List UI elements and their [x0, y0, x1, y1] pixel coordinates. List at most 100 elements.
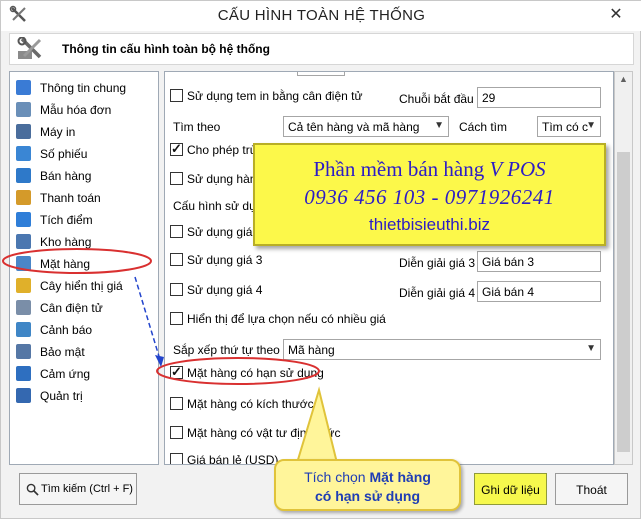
sidebar-item-4[interactable]: Số phiếu [14, 144, 154, 164]
expiry-label: Mặt hàng có hạn sử dụng [187, 366, 324, 380]
sidebar-item-2[interactable]: Mẫu hóa đơn [14, 100, 154, 120]
sidebar-item-13[interactable]: Bảo mật [14, 342, 154, 362]
sidebar-item-label: Bảo mật [40, 345, 85, 359]
search-by-select[interactable]: Cả tên hàng và mã hàng ▼ [283, 116, 449, 137]
material-label: Mặt hàng có vật tư định mức [187, 426, 341, 440]
sidebar-item-10[interactable]: Cây hiển thị giá [14, 276, 154, 296]
price3-checkbox[interactable] [170, 253, 183, 266]
multi-price-row[interactable]: Hiển thị để lựa chọn nếu có nhiều giá [165, 309, 395, 329]
sidebar-item-9[interactable]: Mặt hàng [14, 254, 154, 274]
price4-checkbox[interactable] [170, 283, 183, 296]
vertical-scrollbar[interactable]: ▲ [614, 71, 633, 465]
exit-button-label: Thoát [576, 483, 607, 497]
sidebar-item-12[interactable]: Cảnh báo [14, 320, 154, 340]
search-icon [26, 483, 39, 496]
exit-button[interactable]: Thoát [555, 473, 628, 505]
sort-select[interactable]: Mã hàng ▼ [283, 339, 601, 360]
price3-row[interactable]: Sử dụng giá 3 [165, 250, 285, 270]
sidebar-item-11[interactable]: Cân điện tử [14, 298, 154, 318]
banner-website: thietbisieuthi.biz [369, 215, 490, 234]
sidebar-item-6[interactable]: Thanh toán [14, 188, 154, 208]
banner-line-1: Phần mềm bán hàng V POS [313, 157, 546, 181]
sidebar-item-label: Cảnh báo [40, 323, 93, 337]
warehouse-icon [16, 234, 31, 249]
allow-duplicate-checkbox[interactable] [170, 141, 183, 157]
multi-price-checkbox[interactable] [170, 312, 183, 325]
sidebar-item-label: Số phiếu [40, 147, 88, 161]
search-mode-label: Cách tìm [459, 120, 508, 134]
title-bar: CẤU HÌNH TOÀN HỆ THỐNG ✕ [1, 1, 641, 31]
size-label: Mặt hàng có kích thước [187, 397, 314, 411]
config-window: CẤU HÌNH TOÀN HỆ THỐNG ✕ Thông tin cấu h… [0, 0, 641, 519]
material-checkbox[interactable] [170, 426, 183, 439]
callout-line-2: có hạn sử dụng [314, 488, 421, 504]
prefix-label: Chuỗi bắt đầu [399, 92, 474, 106]
search-by-label: Tìm theo [173, 120, 221, 134]
price4-label: Sử dụng giá 4 [187, 283, 263, 297]
section-header: Thông tin cấu hình toàn bộ hệ thống [9, 33, 634, 65]
search-button[interactable]: Tìm kiếm (Ctrl + F) [19, 473, 137, 505]
sidebar-item-15[interactable]: Quản trị [14, 386, 154, 406]
search-mode-select[interactable]: Tìm có c ▼ [537, 116, 601, 137]
window-title: CẤU HÌNH TOÀN HỆ THỐNG [217, 7, 426, 24]
usd-checkbox[interactable] [170, 453, 183, 464]
save-button[interactable]: Ghi dữ liệu [474, 473, 547, 505]
use-goods-checkbox[interactable] [170, 172, 183, 185]
settings-panel: Sử dụng tem in bằng cân điện tử Chuỗi bắ… [164, 71, 614, 465]
sidebar: Thông tin chung Mẫu hóa đơn Máy in Số phiếu… [9, 71, 159, 465]
prefix-input[interactable]: 29 [477, 87, 601, 108]
sidebar-item-label: Mặt hàng [40, 257, 91, 271]
lock-icon [16, 344, 31, 359]
size-row[interactable]: Mặt hàng có kích thước [165, 394, 325, 414]
invoice-icon [16, 102, 31, 117]
sidebar-item-label: Kho hàng [40, 235, 92, 249]
size-checkbox[interactable] [170, 397, 183, 410]
sidebar-item-label: Thông tin chung [40, 81, 127, 95]
expiry-row[interactable]: Mặt hàng có hạn sử dụng [165, 363, 325, 383]
close-button[interactable]: ✕ [599, 4, 633, 26]
partial-input[interactable] [297, 72, 345, 76]
printer-icon [16, 124, 31, 139]
document-icon [16, 80, 31, 95]
material-row[interactable]: Mặt hàng có vật tư định mức [165, 423, 365, 443]
cart-icon [16, 168, 31, 183]
price3-label: Sử dụng giá 3 [187, 253, 263, 267]
header-title: Thông tin cấu hình toàn bộ hệ thống [62, 42, 270, 56]
use-scale-row[interactable]: Sử dụng tem in bằng cân điện tử [165, 86, 395, 106]
price2-label: Sử dụng giá 2 [187, 225, 263, 239]
chevron-down-icon: ▼ [434, 120, 444, 131]
search-button-label: Tìm kiếm (Ctrl + F) [41, 483, 133, 495]
points-icon [16, 212, 31, 227]
price4-desc-input[interactable]: Giá bán 4 [477, 281, 601, 302]
bulb-icon [16, 278, 31, 293]
chevron-down-icon: ▼ [586, 343, 596, 354]
sidebar-item-label: Cảm ứng [40, 367, 91, 381]
price3-desc-input[interactable]: Giá bán 3 [477, 251, 601, 272]
price4-desc-label: Diễn giải giá 4 [399, 286, 476, 300]
banner-phone: 0936 456 103 - 0971926241 [304, 185, 555, 209]
use-scale-checkbox[interactable] [170, 89, 183, 102]
sidebar-item-label: Mẫu hóa đơn [40, 103, 112, 117]
scroll-thumb[interactable] [617, 152, 630, 452]
promo-banner: Phần mềm bán hàng V POS 0936 456 103 - 0… [253, 143, 606, 246]
sidebar-item-label: Máy in [40, 125, 76, 139]
sidebar-item-8[interactable]: Kho hàng [14, 232, 154, 252]
sidebar-item-1[interactable]: Thông tin chung [14, 78, 154, 98]
sidebar-item-14[interactable]: Cảm ứng [14, 364, 154, 384]
sidebar-item-5[interactable]: Bán hàng [14, 166, 154, 186]
sidebar-item-label: Bán hàng [40, 169, 92, 183]
sort-label: Sắp xếp thứ tự theo [173, 343, 280, 357]
price4-row[interactable]: Sử dụng giá 4 [165, 280, 285, 300]
price2-checkbox[interactable] [170, 225, 183, 238]
use-scale-label: Sử dụng tem in bằng cân điện tử [187, 89, 363, 103]
sidebar-item-label: Tích điểm [40, 213, 93, 227]
scale-icon [16, 300, 31, 315]
sidebar-item-3[interactable]: Máy in [14, 122, 154, 142]
coins-icon [16, 190, 31, 205]
sidebar-item-7[interactable]: Tích điểm [14, 210, 154, 230]
receipt-icon [16, 146, 31, 161]
multi-price-label: Hiển thị để lựa chọn nếu có nhiều giá [187, 312, 386, 326]
sidebar-item-label: Cân điện tử [40, 301, 103, 315]
expiry-checkbox[interactable] [170, 364, 183, 380]
scroll-up-icon[interactable]: ▲ [619, 74, 628, 84]
